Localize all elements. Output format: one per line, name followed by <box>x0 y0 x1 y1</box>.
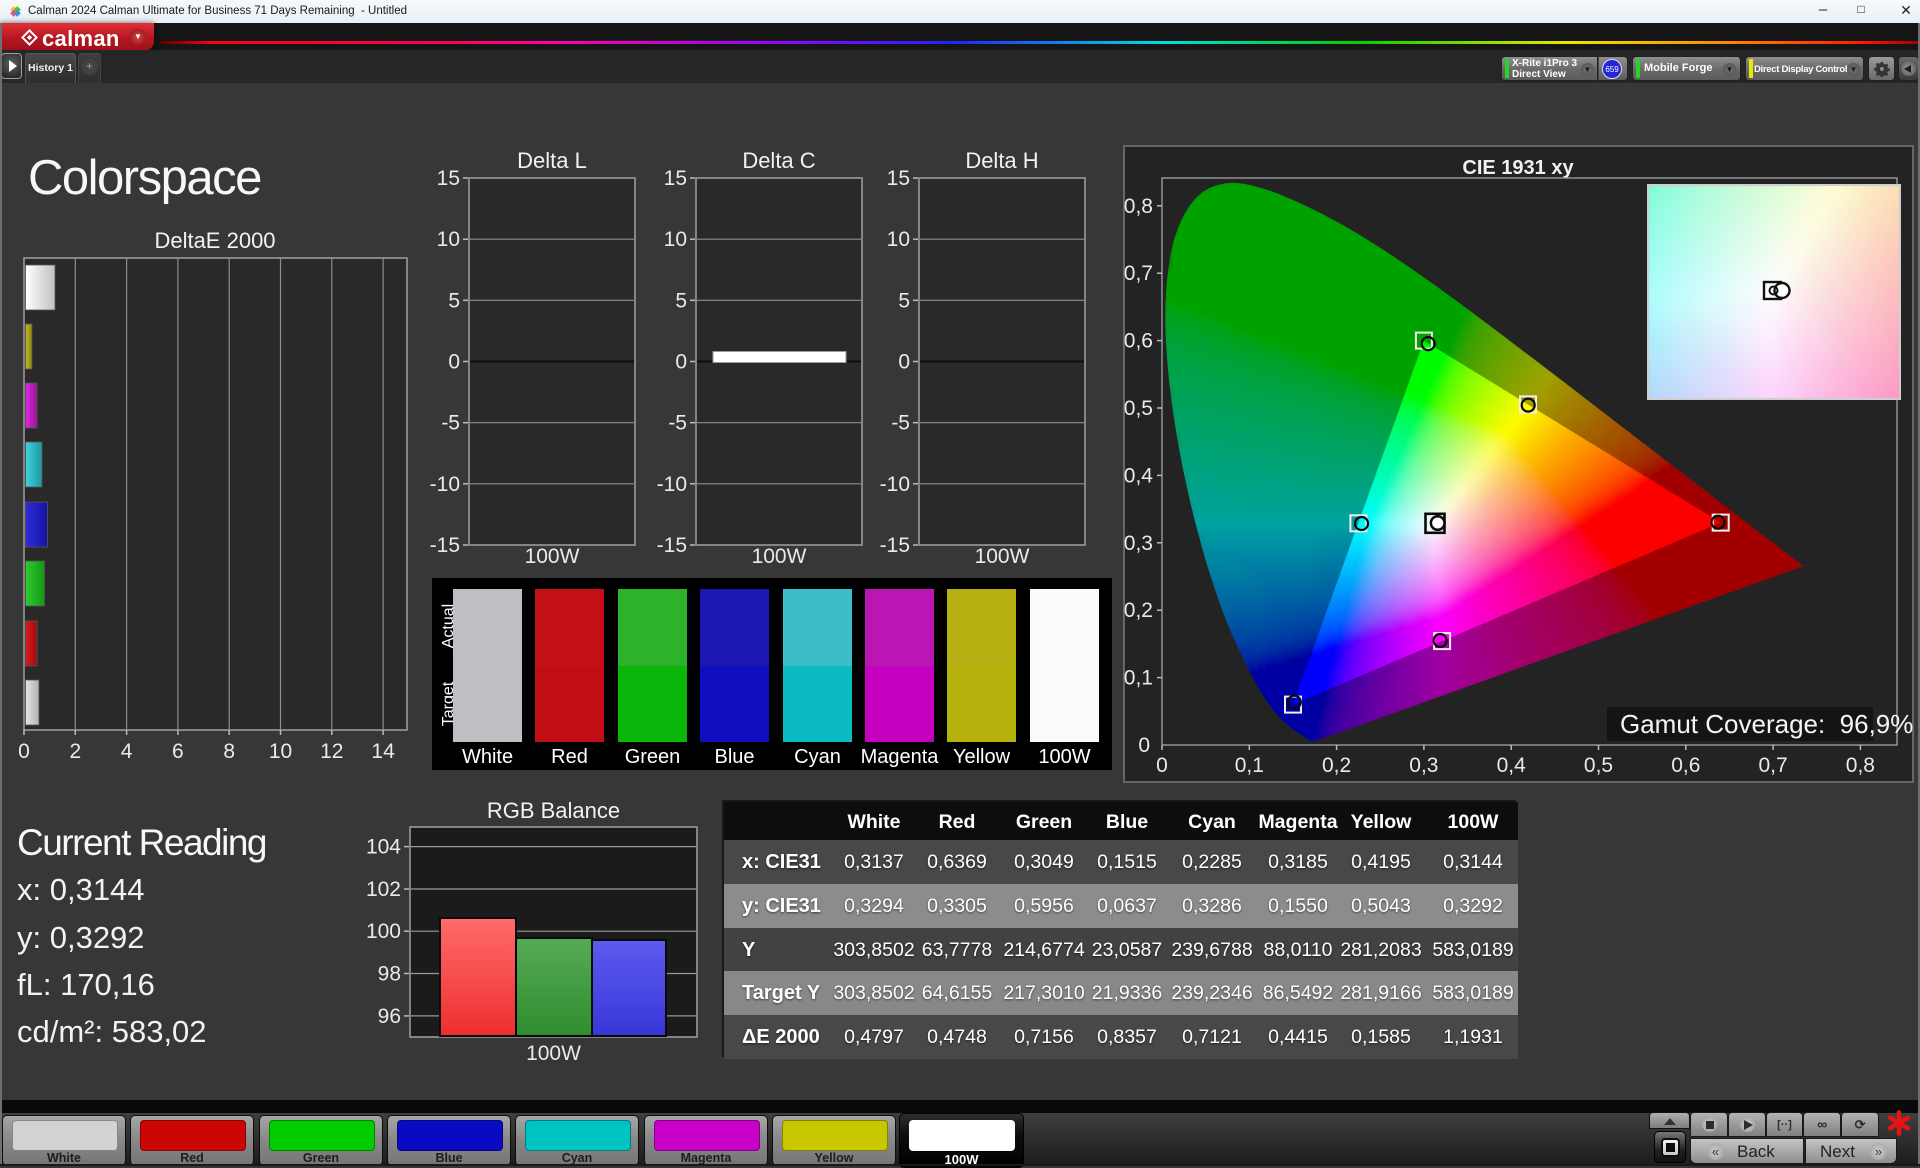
svg-text:15: 15 <box>887 167 910 190</box>
svg-text:0: 0 <box>448 351 460 374</box>
svg-text:-15: -15 <box>430 534 460 557</box>
svg-text:0,1: 0,1 <box>1235 754 1264 777</box>
svg-text:100W: 100W <box>525 545 580 568</box>
svg-text:0,4: 0,4 <box>1124 464 1154 487</box>
svg-text:102: 102 <box>366 878 401 901</box>
svg-text:-5: -5 <box>891 412 910 435</box>
svg-text:-15: -15 <box>880 534 910 557</box>
svg-text:14: 14 <box>371 740 395 763</box>
svg-text:0,8: 0,8 <box>1124 195 1153 218</box>
svg-text:Delta H: Delta H <box>965 148 1038 173</box>
svg-text:100W: 100W <box>975 545 1030 568</box>
svg-text:-15: -15 <box>657 534 687 557</box>
svg-text:96: 96 <box>378 1005 401 1028</box>
svg-text:Delta L: Delta L <box>517 148 587 173</box>
svg-text:Gamut Coverage: 96,9%: Gamut Coverage: 96,9% <box>1620 709 1913 739</box>
svg-text:-5: -5 <box>441 412 460 435</box>
svg-text:15: 15 <box>437 167 460 190</box>
svg-text:10: 10 <box>437 228 460 251</box>
svg-text:12: 12 <box>320 740 343 763</box>
svg-text:0,7: 0,7 <box>1758 754 1787 777</box>
svg-text:6: 6 <box>172 740 184 763</box>
svg-text:-5: -5 <box>668 412 687 435</box>
svg-text:8: 8 <box>223 740 235 763</box>
svg-text:0: 0 <box>18 740 30 763</box>
svg-text:0: 0 <box>675 351 687 374</box>
svg-text:DeltaE 2000: DeltaE 2000 <box>154 228 275 253</box>
svg-text:10: 10 <box>887 228 910 251</box>
svg-text:-10: -10 <box>430 473 460 496</box>
svg-text:0,4: 0,4 <box>1497 754 1527 777</box>
svg-text:15: 15 <box>664 167 687 190</box>
svg-text:0,3: 0,3 <box>1124 532 1153 555</box>
svg-text:0,1: 0,1 <box>1124 667 1153 690</box>
svg-text:CIE 1931 xy: CIE 1931 xy <box>1462 157 1574 179</box>
svg-text:4: 4 <box>121 740 133 763</box>
svg-text:100W: 100W <box>526 1042 581 1065</box>
svg-text:10: 10 <box>269 740 292 763</box>
svg-text:10: 10 <box>664 228 687 251</box>
svg-text:Delta C: Delta C <box>742 148 815 173</box>
svg-text:5: 5 <box>898 289 910 312</box>
svg-text:0,6: 0,6 <box>1124 330 1153 353</box>
svg-text:0,2: 0,2 <box>1124 599 1153 622</box>
svg-text:2: 2 <box>69 740 81 763</box>
svg-text:0: 0 <box>1138 734 1150 757</box>
svg-text:-10: -10 <box>880 473 910 496</box>
svg-text:0,6: 0,6 <box>1671 754 1700 777</box>
svg-text:0: 0 <box>898 351 910 374</box>
svg-text:5: 5 <box>675 289 687 312</box>
svg-text:100: 100 <box>366 920 401 943</box>
svg-text:0,5: 0,5 <box>1584 754 1613 777</box>
svg-text:0,8: 0,8 <box>1846 754 1875 777</box>
svg-text:0,3: 0,3 <box>1409 754 1438 777</box>
svg-text:0,2: 0,2 <box>1322 754 1351 777</box>
svg-text:RGB Balance: RGB Balance <box>487 798 620 823</box>
svg-text:104: 104 <box>366 836 401 859</box>
svg-text:0,7: 0,7 <box>1124 262 1153 285</box>
svg-text:5: 5 <box>448 289 460 312</box>
svg-text:-10: -10 <box>657 473 687 496</box>
svg-text:0,5: 0,5 <box>1124 397 1153 420</box>
svg-text:100W: 100W <box>752 545 807 568</box>
svg-text:98: 98 <box>378 963 401 986</box>
svg-text:0: 0 <box>1156 754 1168 777</box>
